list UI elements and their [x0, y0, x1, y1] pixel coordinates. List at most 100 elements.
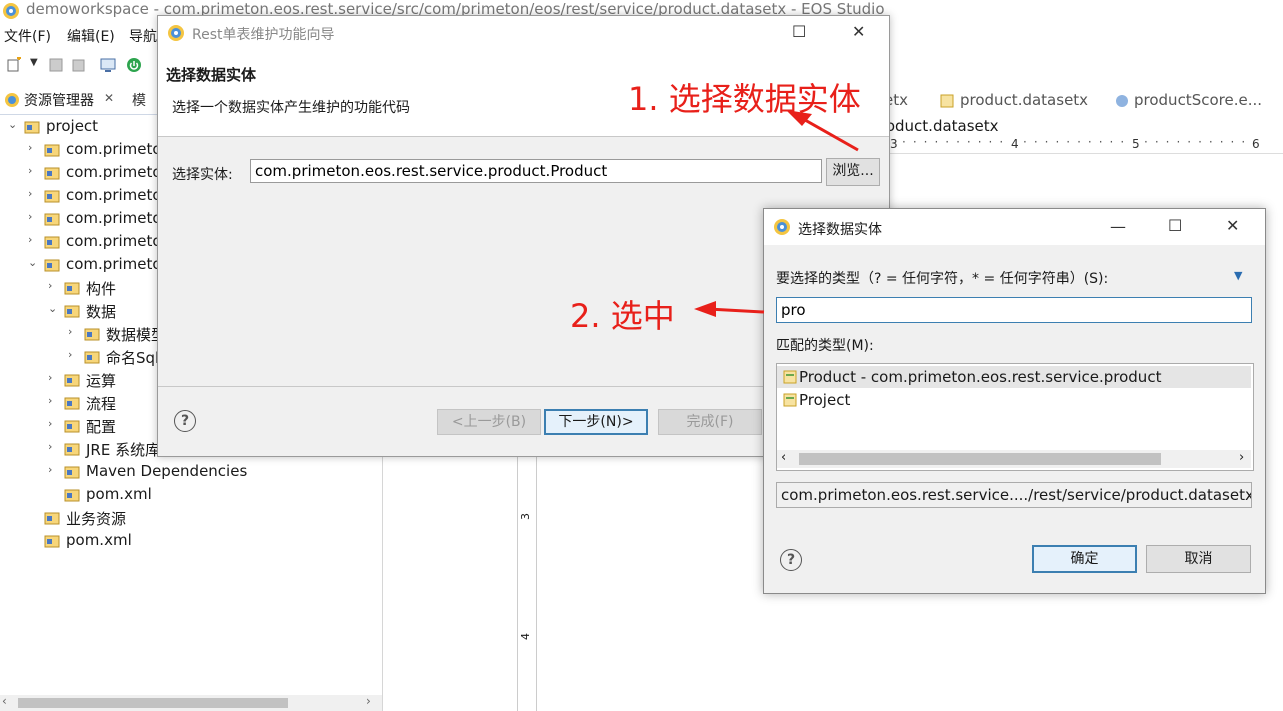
explorer-tab[interactable]: 资源管理器 ✕ 模: [0, 86, 160, 115]
explorer-horizontal-scrollbar[interactable]: ‹ ›: [0, 694, 382, 711]
type-filter-input[interactable]: [776, 297, 1252, 323]
list-item-label: Product - com.primeton.eos.rest.service.…: [799, 368, 1162, 386]
menu-navigate[interactable]: 导航: [129, 26, 157, 46]
tree-item-label: com.primeto: [66, 186, 162, 204]
entity-label: 选择实体:: [172, 167, 233, 183]
tree-item-label: 配置: [86, 418, 117, 436]
eos-logo-icon: [3, 3, 19, 19]
browse-button[interactable]: 浏览...: [826, 158, 880, 186]
tree-item-label: pom.xml: [86, 485, 152, 503]
maximize-icon[interactable]: ☐: [1168, 216, 1182, 235]
close-icon[interactable]: ✕: [1226, 216, 1239, 235]
editor-tabs: etx product.datasetx productScore.e...: [880, 86, 1283, 116]
ok-button[interactable]: 确定: [1032, 545, 1137, 573]
list-horizontal-scrollbar[interactable]: ‹ ›: [777, 450, 1251, 468]
chevron-right-icon[interactable]: ›: [28, 142, 38, 153]
tree-node-icon: [84, 328, 100, 341]
new-dropdown-icon[interactable]: ▼: [30, 57, 46, 73]
annotation-step-1: 1. 选择数据实体: [628, 80, 861, 118]
save-icon[interactable]: [48, 57, 64, 73]
chevron-right-icon[interactable]: ›: [28, 165, 38, 176]
select-entity-dialog: 选择数据实体 — ☐ ✕ 要选择的类型（? = 任何字符，* = 任何字符串）(…: [763, 208, 1266, 594]
tree-node-icon: [64, 282, 80, 295]
eos-logo-icon: [774, 219, 790, 235]
tree-node-icon: [44, 259, 60, 272]
cancel-button[interactable]: 取消: [1146, 545, 1251, 573]
finish-button[interactable]: 完成(F): [658, 409, 762, 435]
tree-node-icon: [44, 535, 60, 548]
chevron-right-icon[interactable]: ›: [48, 441, 58, 452]
vruler-mark-3: 3: [519, 513, 532, 520]
ruler-dots: ··········: [902, 135, 1011, 149]
console-icon[interactable]: [100, 57, 116, 73]
explorer-tab-close-icon[interactable]: ✕: [104, 91, 114, 105]
select-dialog-titlebar: 选择数据实体 — ☐ ✕: [764, 209, 1265, 245]
tree-item-label: 业务资源: [66, 510, 127, 528]
chevron-down-icon[interactable]: ⌄: [48, 303, 58, 314]
chevron-right-icon[interactable]: ›: [48, 372, 58, 383]
tree-node-icon: [44, 190, 60, 203]
scroll-right-icon[interactable]: ›: [366, 694, 371, 708]
ruler-mark-5: 5: [1132, 137, 1140, 151]
scroll-thumb[interactable]: [18, 698, 288, 708]
tree-node-icon: [64, 466, 80, 479]
chevron-right-icon[interactable]: ›: [68, 349, 78, 360]
run-icon[interactable]: [126, 57, 142, 73]
help-icon[interactable]: ?: [174, 410, 196, 432]
close-icon[interactable]: ✕: [852, 22, 865, 41]
scroll-left-icon[interactable]: ‹: [781, 450, 786, 465]
maximize-icon[interactable]: ☐: [792, 22, 806, 41]
tree-node-icon: [24, 121, 40, 134]
menu-bar: 文件(F) 编辑(E) 导航: [0, 22, 160, 48]
list-item[interactable]: Project: [777, 389, 1251, 411]
new-icon[interactable]: [6, 57, 22, 73]
chevron-right-icon[interactable]: ›: [28, 211, 38, 222]
entity-input[interactable]: [250, 159, 822, 183]
chevron-right-icon[interactable]: ›: [48, 418, 58, 429]
chevron-right-icon[interactable]: ›: [48, 280, 58, 291]
editor-tab-product-score[interactable]: productScore.e...: [1134, 91, 1262, 109]
options-dropdown-icon[interactable]: ▼: [1234, 269, 1242, 282]
tree-node-icon: [64, 420, 80, 433]
tree-node-icon: [84, 351, 100, 364]
editor-canvas-left: [386, 455, 517, 711]
help-icon[interactable]: ?: [780, 549, 802, 571]
chevron-right-icon[interactable]: ›: [48, 395, 58, 406]
selected-path-field: com.primeton.eos.rest.service..../rest/s…: [776, 482, 1252, 508]
save-all-icon[interactable]: [70, 57, 86, 73]
product-score-file-icon: [1116, 95, 1128, 107]
wizard-titlebar: Rest单表维护功能向导 ☐ ✕: [158, 16, 889, 50]
scroll-thumb[interactable]: [799, 453, 1161, 465]
chevron-down-icon[interactable]: ⌄: [8, 119, 18, 130]
tree-item-label: com.primeto: [66, 209, 162, 227]
tree-item-label: 构件: [86, 280, 117, 298]
back-button[interactable]: <上一步(B): [437, 409, 541, 435]
matching-types-label: 匹配的类型(M):: [776, 338, 874, 354]
chevron-down-icon[interactable]: ⌄: [28, 257, 38, 268]
minimize-icon[interactable]: —: [1110, 217, 1126, 236]
tree-node-icon: [44, 512, 60, 525]
chevron-right-icon[interactable]: ›: [28, 188, 38, 199]
main-toolbar: ▼: [0, 52, 160, 80]
editor-tab-product[interactable]: product.datasetx: [960, 91, 1088, 109]
tree-item-label: 数据: [86, 303, 117, 321]
chevron-right-icon[interactable]: ›: [28, 234, 38, 245]
menu-file[interactable]: 文件(F): [4, 26, 51, 46]
tree-node-icon: [44, 167, 60, 180]
chevron-right-icon[interactable]: ›: [68, 326, 78, 337]
tree-item-label: 命名Sql: [106, 349, 160, 367]
entity-icon: [783, 393, 797, 407]
scroll-right-icon[interactable]: ›: [1239, 450, 1244, 465]
tree-item-label: com.primeto: [66, 255, 162, 273]
ruler-mark-6: 6: [1252, 137, 1260, 151]
tree-item-label: project: [46, 117, 99, 135]
ruler-mark-3: 3: [890, 137, 898, 151]
wizard-title: Rest单表维护功能向导: [192, 27, 335, 43]
menu-edit[interactable]: 编辑(E): [67, 26, 115, 46]
scroll-left-icon[interactable]: ‹: [2, 694, 7, 708]
chevron-right-icon[interactable]: ›: [48, 464, 58, 475]
annotation-step-2: 2. 选中: [570, 297, 675, 335]
next-button[interactable]: 下一步(N)>: [544, 409, 648, 435]
tree-item-label: JRE 系统库: [86, 441, 161, 459]
list-item[interactable]: Product - com.primeton.eos.rest.service.…: [777, 366, 1251, 388]
